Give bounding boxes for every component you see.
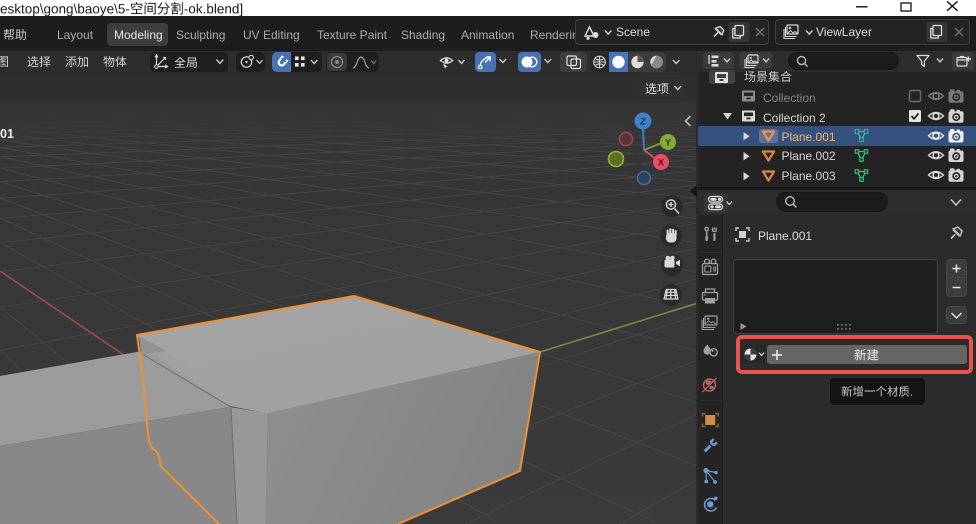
- svg-text:Y: Y: [665, 138, 672, 149]
- svg-text:Z: Z: [640, 117, 646, 128]
- svg-text:X: X: [658, 158, 665, 169]
